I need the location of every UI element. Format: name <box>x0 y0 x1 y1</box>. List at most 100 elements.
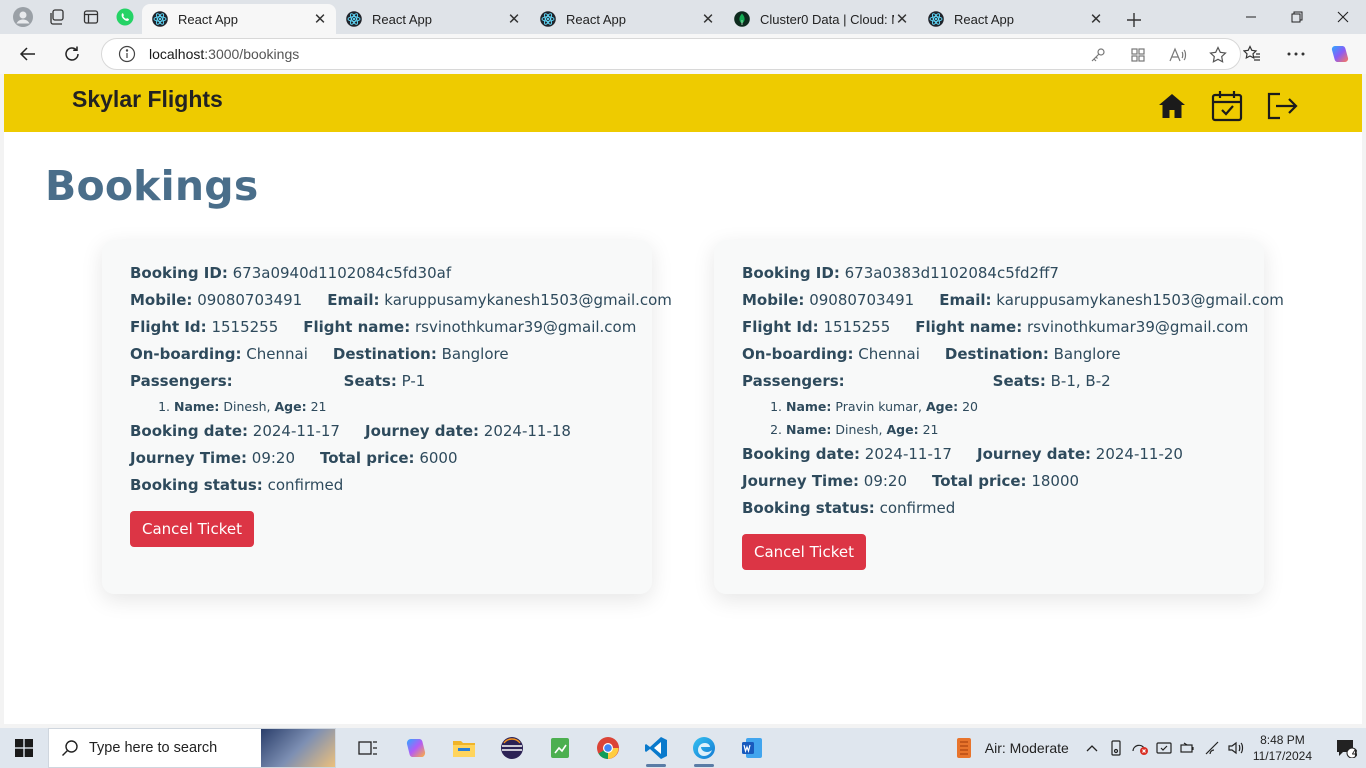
booking-status-value: confirmed <box>267 476 344 494</box>
flight-name-value: rsvinothkumar39@gmail.com <box>1026 318 1249 336</box>
app-navbar: Skylar Flights <box>4 74 1362 132</box>
new-tab-button[interactable] <box>1116 6 1152 34</box>
taskbar-search[interactable]: Type here to search <box>48 728 336 768</box>
cancel-ticket-button[interactable]: Cancel Ticket <box>742 534 866 570</box>
clock-time: 8:48 PM <box>1260 733 1305 747</box>
system-clock[interactable]: 8:48 PM 11/17/2024 <box>1253 732 1312 764</box>
field-label: Flight name: <box>915 318 1023 336</box>
react-icon <box>540 11 556 27</box>
close-tab-icon[interactable]: ✕ <box>506 11 522 28</box>
tab-tools <box>0 3 142 31</box>
battery-icon[interactable] <box>1179 739 1197 757</box>
close-tab-icon[interactable]: ✕ <box>894 11 910 28</box>
total-price-value: 18000 <box>1031 472 1080 490</box>
file-explorer-icon[interactable] <box>440 728 488 768</box>
field-label: Seats: <box>343 372 397 390</box>
calendar-check-icon[interactable] <box>1210 90 1243 122</box>
seats-value: B-1, B-2 <box>1050 372 1111 390</box>
field-label: Journey Time: <box>742 472 859 490</box>
field-label: Total price: <box>932 472 1027 490</box>
minimize-button[interactable] <box>1228 0 1274 34</box>
restore-button[interactable] <box>1274 0 1320 34</box>
bookings-list: Booking ID: 673a0940d1102084c5fd30af Mob… <box>4 210 1362 626</box>
site-info-icon[interactable] <box>118 45 136 63</box>
tab-react-app-1[interactable]: React App ✕ <box>142 4 336 34</box>
tab-mongodb-cluster[interactable]: Cluster0 Data | Cloud: Mo ✕ <box>724 4 918 34</box>
url-path: :3000/bookings <box>204 46 300 62</box>
passengers-row: Passengers: Seats: P-1 <box>130 368 624 395</box>
field-label: Age: <box>274 399 307 414</box>
address-bar[interactable]: localhost:3000/bookings <box>101 38 1241 70</box>
tab-title: React App <box>372 11 432 27</box>
air-quality-icon <box>956 738 971 758</box>
cancel-ticket-button[interactable]: Cancel Ticket <box>130 511 254 547</box>
refresh-button[interactable] <box>52 38 92 70</box>
device-icon[interactable] <box>1107 739 1125 757</box>
tab-title: React App <box>566 11 626 27</box>
field-label: Flight Id: <box>742 318 819 336</box>
booking-id-row: Booking ID: 673a0940d1102084c5fd30af <box>130 260 624 287</box>
apps-icon[interactable] <box>1124 43 1152 67</box>
key-icon[interactable] <box>1084 43 1112 67</box>
spreadsheet-app-icon[interactable] <box>536 728 584 768</box>
react-icon <box>152 11 168 27</box>
field-label: Age: <box>925 399 959 414</box>
eclipse-icon[interactable] <box>488 728 536 768</box>
close-tab-icon[interactable]: ✕ <box>1088 11 1104 28</box>
journey-time-value: 09:20 <box>251 449 296 467</box>
copilot-icon[interactable] <box>1322 38 1358 70</box>
tab-actions-icon[interactable] <box>74 3 108 31</box>
close-tab-icon[interactable]: ✕ <box>312 11 328 28</box>
network-status-icon[interactable] <box>1131 739 1149 757</box>
field-label: Booking ID: <box>742 264 840 282</box>
wifi-icon[interactable] <box>1203 739 1221 757</box>
tab-react-app-3[interactable]: React App ✕ <box>530 4 724 34</box>
chrome-icon[interactable] <box>584 728 632 768</box>
copilot-app-icon[interactable] <box>392 728 440 768</box>
task-view-icon[interactable] <box>344 728 392 768</box>
react-icon <box>346 11 362 27</box>
favorite-star-icon[interactable] <box>1204 43 1232 67</box>
weather-widget[interactable]: Air: Moderate <box>955 736 1069 760</box>
notification-center-icon[interactable]: 4 <box>1326 728 1366 768</box>
close-tab-icon[interactable]: ✕ <box>700 11 716 28</box>
volume-icon[interactable] <box>1227 739 1245 757</box>
flight-id-value: 1515255 <box>211 318 279 336</box>
time-price-row: Journey Time: 09:20 Total price: 18000 <box>742 468 1236 495</box>
system-tray: Air: Moderate 8:48 PM 11/17/2024 4 <box>955 728 1366 768</box>
favorites-icon[interactable] <box>1234 38 1270 70</box>
profile-icon[interactable] <box>6 3 40 31</box>
react-icon <box>928 11 944 27</box>
close-window-button[interactable] <box>1320 0 1366 34</box>
whatsapp-icon[interactable] <box>108 3 142 31</box>
field-label: Name: <box>786 399 832 414</box>
field-label: Booking status: <box>742 499 875 517</box>
tab-react-app-2[interactable]: React App ✕ <box>336 4 530 34</box>
word-icon[interactable] <box>728 728 776 768</box>
start-button[interactable] <box>0 728 48 768</box>
tab-react-app-4[interactable]: React App ✕ <box>918 4 1112 34</box>
onboarding-value: Chennai <box>858 345 920 363</box>
notification-count: 4 <box>1351 748 1357 758</box>
journey-date-value: 2024-11-20 <box>1095 445 1183 463</box>
back-button[interactable] <box>8 38 48 70</box>
vscode-icon[interactable] <box>632 728 680 768</box>
url-text[interactable]: localhost:3000/bookings <box>149 46 299 62</box>
workspaces-icon[interactable] <box>40 3 74 31</box>
edge-icon[interactable] <box>680 728 728 768</box>
field-label: Age: <box>886 422 919 437</box>
field-label: Booking date: <box>130 422 249 440</box>
chevron-up-icon[interactable] <box>1083 739 1101 757</box>
read-aloud-icon[interactable] <box>1164 43 1192 67</box>
flight-row: Flight Id: 1515255 Flight name: rsvinothk… <box>130 314 636 341</box>
passenger-name: Dinesh <box>223 399 267 414</box>
field-label: Journey date: <box>364 422 480 440</box>
brand-title[interactable]: Skylar Flights <box>72 86 223 113</box>
logout-icon[interactable] <box>1265 90 1298 122</box>
more-menu-icon[interactable] <box>1278 38 1314 70</box>
journey-date-value: 2024-11-18 <box>483 422 571 440</box>
destination-value: Banglore <box>1053 345 1121 363</box>
email-value: karuppusamykanesh1503@gmail.com <box>996 291 1284 309</box>
home-icon[interactable] <box>1155 90 1188 122</box>
meet-now-icon[interactable] <box>1155 739 1173 757</box>
